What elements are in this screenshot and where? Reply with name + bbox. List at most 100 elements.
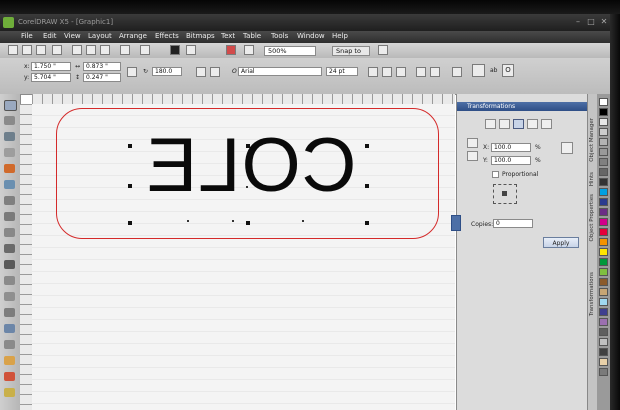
mirror-vertical-button[interactable] — [467, 151, 478, 161]
palette-swatch[interactable] — [599, 298, 608, 306]
palette-swatch[interactable] — [599, 158, 608, 166]
snap-to-dropdown[interactable]: Snap to — [332, 46, 370, 56]
dimension-tool-icon[interactable] — [4, 292, 15, 301]
print-icon[interactable] — [52, 45, 62, 55]
docker-options-icon[interactable] — [561, 142, 573, 154]
eyedropper-tool-icon[interactable] — [4, 340, 15, 349]
palette-swatch[interactable] — [599, 268, 608, 276]
cut-icon[interactable] — [72, 45, 82, 55]
palette-swatch[interactable] — [599, 358, 608, 366]
apply-button[interactable]: Apply — [543, 237, 579, 248]
menu-table[interactable]: Table — [243, 32, 261, 40]
selection-handle-top-left[interactable] — [128, 144, 132, 148]
palette-swatch[interactable] — [599, 118, 608, 126]
selection-handle-middle-right[interactable] — [365, 184, 369, 188]
menu-edit[interactable]: Edit — [43, 32, 57, 40]
basic-shapes-tool-icon[interactable] — [4, 244, 15, 253]
options-icon[interactable] — [378, 45, 388, 55]
import-icon[interactable] — [170, 45, 180, 55]
x-position-field[interactable]: 1.750 " — [31, 62, 71, 71]
palette-swatch[interactable] — [599, 278, 608, 286]
font-name-select[interactable]: Arial — [238, 67, 322, 76]
scale-x-field[interactable]: 100.0 — [491, 143, 531, 152]
tab-transformations[interactable]: Transformations — [589, 272, 597, 316]
palette-swatch[interactable] — [599, 348, 608, 356]
skew-tab-icon[interactable] — [541, 119, 552, 129]
crop-tool-icon[interactable] — [4, 132, 15, 141]
mirror-vertical-icon[interactable] — [210, 67, 220, 77]
lock-ratio-icon[interactable] — [127, 67, 137, 77]
palette-swatch[interactable] — [599, 208, 608, 216]
save-icon[interactable] — [36, 45, 46, 55]
italic-icon[interactable] — [382, 67, 392, 77]
bullet-list-icon[interactable] — [430, 67, 440, 77]
fill-tool-icon[interactable] — [4, 372, 15, 381]
application-launcher-icon[interactable] — [244, 45, 254, 55]
menu-help[interactable]: Help — [332, 32, 348, 40]
scale-y-field[interactable]: 100.0 — [491, 156, 531, 165]
size-tab-icon[interactable] — [527, 119, 538, 129]
palette-swatch[interactable] — [599, 188, 608, 196]
palette-swatch[interactable] — [599, 308, 608, 316]
copy-icon[interactable] — [86, 45, 96, 55]
selection-handle-bottom-left[interactable] — [128, 221, 132, 225]
mirror-horizontal-button[interactable] — [467, 138, 478, 148]
anchor-center-point[interactable] — [502, 191, 507, 196]
pick-tool-icon[interactable] — [4, 100, 17, 111]
selection-handle-middle-left[interactable] — [128, 184, 132, 188]
font-size-select[interactable]: 24 pt — [326, 67, 358, 76]
mirrored-text-object[interactable]: COLE — [132, 123, 370, 208]
scale-mirror-tab-icon[interactable] — [513, 119, 524, 129]
menu-effects[interactable]: Effects — [155, 32, 179, 40]
palette-swatch[interactable] — [599, 288, 608, 296]
palette-swatch[interactable] — [599, 198, 608, 206]
polygon-tool-icon[interactable] — [4, 228, 15, 237]
zoom-level-select[interactable]: 500% — [264, 46, 316, 56]
selection-handle-bottom-center[interactable] — [246, 221, 250, 225]
menu-text[interactable]: Text — [221, 32, 235, 40]
palette-swatch[interactable] — [599, 148, 608, 156]
palette-swatch[interactable] — [599, 228, 608, 236]
new-document-icon[interactable] — [8, 45, 18, 55]
selection-handle-top-right[interactable] — [365, 144, 369, 148]
undo-icon[interactable] — [120, 45, 130, 55]
tab-object-manager[interactable]: Object Manager — [589, 118, 597, 162]
palette-swatch[interactable] — [599, 168, 608, 176]
freehand-tool-icon[interactable] — [4, 164, 15, 173]
character-formatting-icon[interactable] — [452, 67, 462, 77]
tab-hints[interactable]: Hints — [589, 172, 597, 186]
rectangle-tool-icon[interactable] — [4, 196, 15, 205]
palette-swatch[interactable] — [599, 128, 608, 136]
maximize-button[interactable]: □ — [585, 17, 597, 27]
menu-window[interactable]: Window — [297, 32, 325, 40]
export-icon[interactable] — [186, 45, 196, 55]
selection-handle-bottom-right[interactable] — [365, 221, 369, 225]
menu-file[interactable]: File — [21, 32, 33, 40]
zoom-tool-icon[interactable] — [4, 148, 15, 157]
ellipse-tool-icon[interactable] — [4, 212, 15, 221]
interactive-fill-tool-icon[interactable] — [4, 388, 15, 397]
palette-swatch[interactable] — [599, 178, 608, 186]
paste-icon[interactable] — [100, 45, 110, 55]
rotate-tab-icon[interactable] — [499, 119, 510, 129]
rotation-field[interactable]: 180.0 — [152, 67, 182, 76]
tab-object-properties[interactable]: Object Properties — [589, 194, 597, 241]
underline-icon[interactable] — [396, 67, 406, 77]
smart-fill-tool-icon[interactable] — [4, 180, 15, 189]
drawing-canvas[interactable]: COLE — [32, 104, 455, 410]
font-type-icon-button[interactable]: O — [502, 64, 514, 77]
palette-swatch[interactable] — [599, 248, 608, 256]
position-tab-icon[interactable] — [485, 119, 496, 129]
mirror-horizontal-icon[interactable] — [196, 67, 206, 77]
y-position-field[interactable]: 5.704 " — [31, 73, 71, 82]
blend-tool-icon[interactable] — [4, 324, 15, 333]
menu-view[interactable]: View — [64, 32, 81, 40]
edit-text-icon[interactable] — [472, 64, 485, 77]
table-tool-icon[interactable] — [4, 276, 15, 285]
palette-swatch[interactable] — [599, 328, 608, 336]
open-icon[interactable] — [22, 45, 32, 55]
docker-collapse-handle[interactable] — [451, 215, 461, 231]
alignment-icon[interactable] — [416, 67, 426, 77]
text-tool-icon[interactable] — [4, 260, 15, 269]
copies-field[interactable]: 0 — [493, 219, 533, 228]
